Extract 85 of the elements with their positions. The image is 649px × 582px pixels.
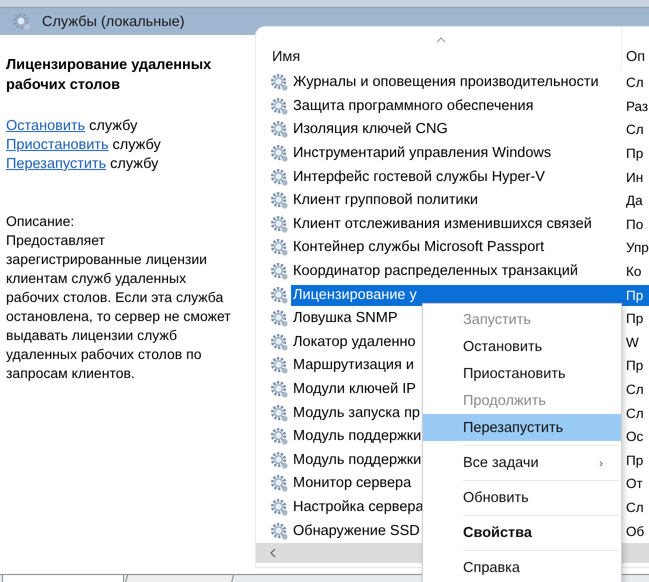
gear-icon xyxy=(270,191,289,210)
gear-icon xyxy=(270,238,289,258)
menu-item[interactable]: Приостановить xyxy=(423,360,621,387)
panel-title: Службы (локальные) xyxy=(42,14,185,30)
column-header[interactable]: Оп xyxy=(622,27,646,71)
table-cell-text: Ин xyxy=(625,168,644,187)
menu-item[interactable]: Свойства xyxy=(423,519,621,546)
service-name[interactable]: Изоляция ключей CNG xyxy=(291,119,450,140)
service-name[interactable]: Контейнер службы Microsoft Passport xyxy=(291,237,546,258)
gear-icon xyxy=(270,309,289,328)
table-cell-text: Раз xyxy=(625,98,649,116)
service-name[interactable]: Модули ключей IP xyxy=(291,379,418,400)
table-cell-text: Сл xyxy=(625,121,645,140)
table-cell-text: Сл xyxy=(625,404,645,423)
gear-icon xyxy=(270,262,289,282)
gear-icon xyxy=(270,73,289,92)
menu-item[interactable]: Перезапустить xyxy=(423,414,621,441)
table-cell-text: Ко xyxy=(625,263,642,282)
service-name[interactable]: Клиент групповой политики xyxy=(291,190,480,212)
menu-item[interactable]: Остановить xyxy=(423,333,621,360)
tab[interactable] xyxy=(124,575,234,582)
gear-icon xyxy=(270,380,289,400)
service-name[interactable]: Обнаружение SSD xyxy=(291,520,422,542)
service-name[interactable]: Лицензирование у xyxy=(291,284,622,306)
service-name[interactable]: Журналы и оповещения производительности xyxy=(291,72,601,94)
table-cell: Пр xyxy=(622,284,649,306)
gear-icon xyxy=(270,168,289,187)
table-cell-text: По xyxy=(625,216,644,234)
submenu-arrow: › xyxy=(599,456,603,470)
gear-icon xyxy=(270,522,289,541)
table-cell-text: Об xyxy=(625,522,646,541)
service-title: Лицензирование удаленных рабочих столов xyxy=(6,56,212,95)
action-line: Остановить службу xyxy=(6,117,138,136)
gear-icon xyxy=(270,332,289,352)
gear-icon xyxy=(12,12,32,32)
action-link[interactable]: Приостановить xyxy=(6,137,109,153)
service-name[interactable]: Интерфейс гостевой службы Hyper-V xyxy=(291,166,547,188)
table-cell-text: Упр xyxy=(625,239,649,258)
gear-icon xyxy=(270,498,289,517)
column-header[interactable]: Имя xyxy=(256,27,622,71)
table-cell-text: W xyxy=(625,334,640,352)
description-label: Описание: xyxy=(6,212,76,231)
gear-icon xyxy=(270,96,289,116)
scroll-left-icon[interactable] xyxy=(270,548,276,558)
table-cell-text: Ос xyxy=(625,428,644,446)
table-cell-text: От xyxy=(625,475,644,494)
service-name[interactable]: Защита программного обеспечения xyxy=(291,96,536,117)
table-cell-text: Сл xyxy=(625,74,645,92)
table-cell-text: Сл xyxy=(625,498,645,517)
service-name[interactable]: Маршрутизация и xyxy=(291,355,416,376)
service-name[interactable]: Локатор удаленно xyxy=(291,332,418,353)
gear-icon xyxy=(270,427,289,446)
table-cell-text: Сл xyxy=(625,381,645,400)
menu-item[interactable]: Обновить xyxy=(423,484,621,511)
service-name[interactable]: Инструментарий управления Windows xyxy=(291,143,554,164)
gear-icon xyxy=(270,356,289,376)
service-name[interactable]: Ловушка SNMP xyxy=(291,308,400,330)
action-link[interactable]: Остановить xyxy=(6,118,86,134)
service-name[interactable]: Настройка сервера xyxy=(291,496,426,518)
service-name[interactable]: Координатор распределенных транзакций xyxy=(291,261,580,282)
service-name[interactable]: Клиент отслеживания изменившихся связей xyxy=(291,214,594,235)
table-cell-text: Пр xyxy=(625,357,644,376)
menu-item[interactable]: Все задачи › xyxy=(423,449,621,476)
table-cell-text: Да xyxy=(625,192,644,210)
service-name[interactable]: Монитор сервера xyxy=(291,473,414,494)
description-text: Предоставляет зарегистрированные лицензии клиентам служб удаленных рабочих столов. Если эта служба остановлена, то сервер не сможет выдавать лицензии служб удаленных рабочих столов по запросам клиентов. xyxy=(6,231,232,383)
sort-icon xyxy=(436,37,446,43)
tab[interactable] xyxy=(2,575,124,582)
gear-icon xyxy=(270,120,289,140)
gear-icon xyxy=(270,144,289,164)
table-cell-text: Пр xyxy=(625,452,644,470)
gear-icon xyxy=(270,286,289,305)
service-name[interactable]: Модуль поддержки xyxy=(291,426,424,448)
table-cell-text: Пр xyxy=(625,310,644,328)
gear-icon xyxy=(270,474,289,494)
menu-item[interactable]: Справка xyxy=(423,554,621,581)
action-line: Перезапустить службу xyxy=(6,155,160,174)
gear-icon xyxy=(270,450,289,470)
gear-icon xyxy=(270,214,289,234)
gear-icon xyxy=(270,404,289,423)
action-link[interactable]: Перезапустить xyxy=(6,156,106,172)
service-name[interactable]: Модуль запуска пр xyxy=(291,402,422,424)
service-name[interactable]: Модуль поддержки xyxy=(291,450,424,471)
table-cell-text: Пр xyxy=(625,145,644,164)
action-line: Приостановить службу xyxy=(6,136,162,155)
